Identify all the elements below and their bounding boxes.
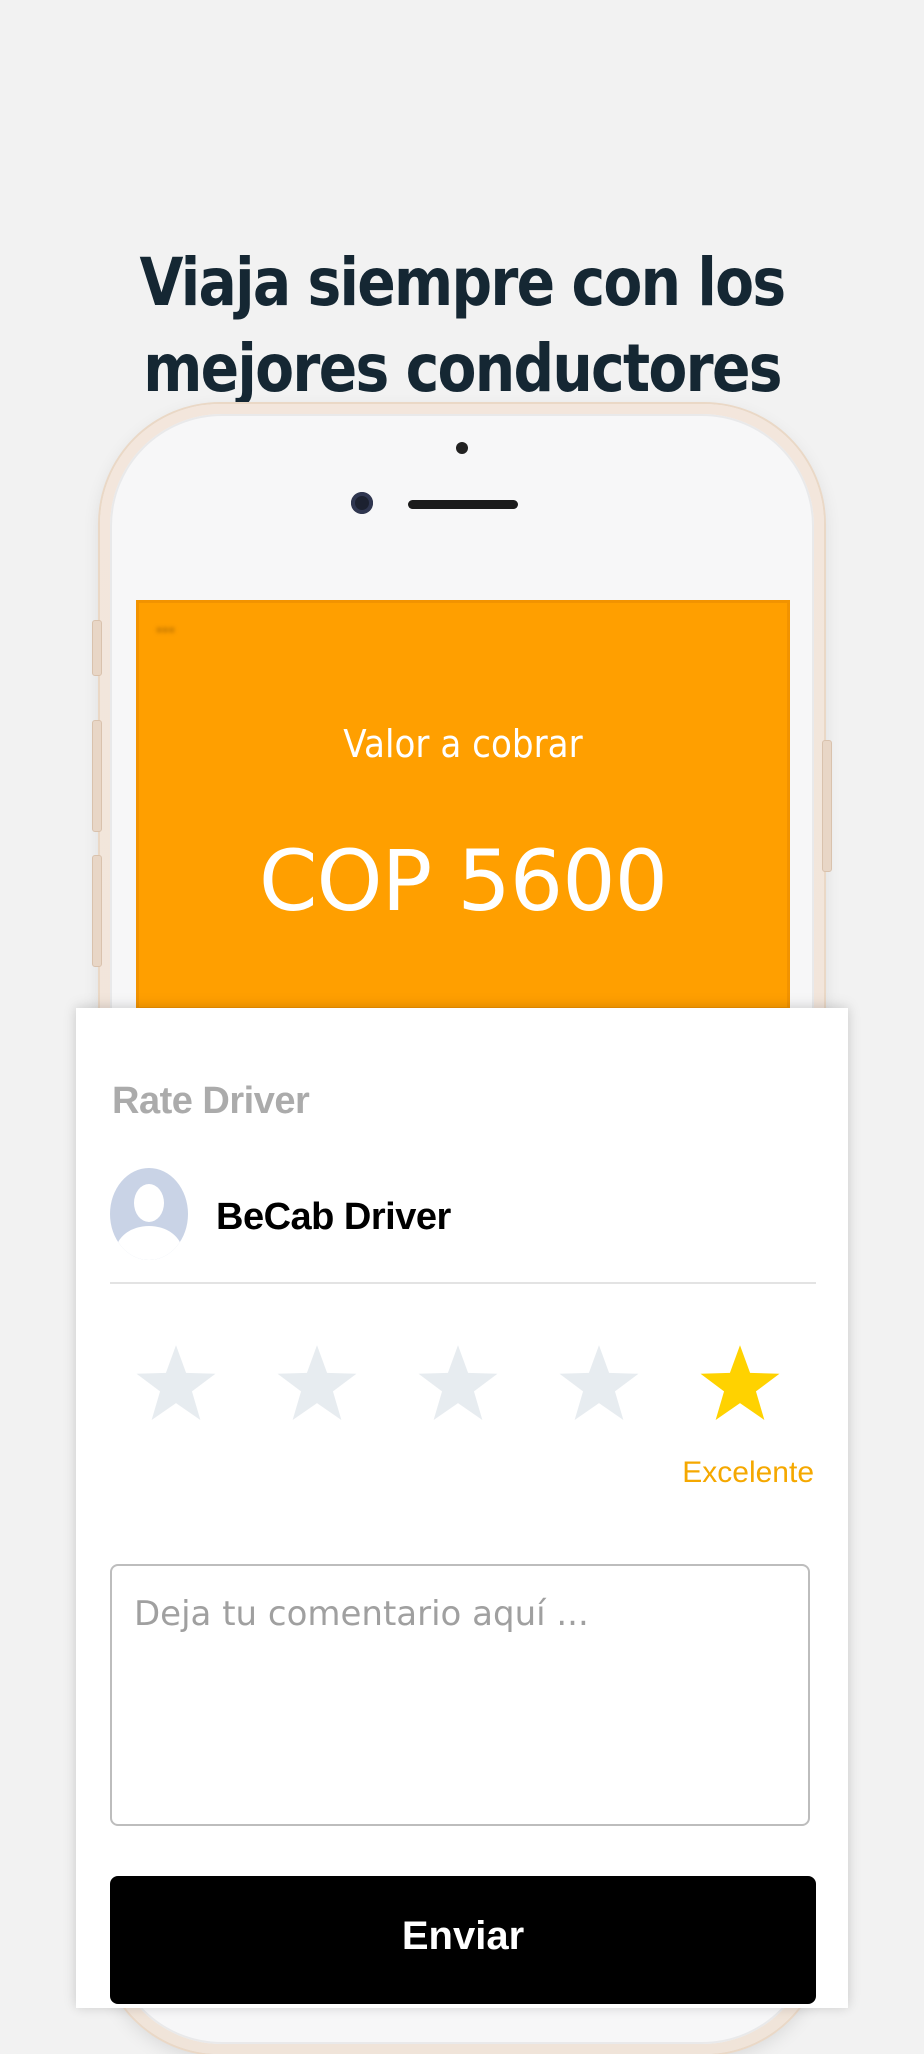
star-1-icon[interactable] [134,1338,218,1428]
rate-driver-card: Rate Driver BeCab Driver Excelente Envia… [76,1008,848,2008]
phone-volume-up-button [92,720,102,832]
phone-side-button [92,620,102,676]
headline-line-1: Viaja siempre con los [139,244,787,322]
star-5-icon[interactable] [698,1338,782,1428]
front-camera-icon [351,492,373,514]
charge-currency: COP [258,832,432,930]
headline-line-2: mejores conductores [143,330,782,408]
card-title: Rate Driver [112,1080,310,1122]
phone-volume-down-button [92,855,102,967]
driver-name: BeCab Driver [216,1196,451,1238]
charge-amount: COP 5600 [136,832,790,930]
avatar-head-shape [134,1184,164,1222]
star-2-icon[interactable] [275,1338,359,1428]
signal-indicator: ••• [156,620,175,640]
divider [110,1282,816,1284]
charge-label: Valor a cobrar [343,722,583,766]
charge-value: 5600 [457,832,668,930]
star-rating [134,1338,794,1434]
star-3-icon[interactable] [416,1338,500,1428]
front-sensor [456,442,468,454]
avatar-body-shape [116,1226,182,1260]
headline: Viaja siempre con los mejores conductore… [65,240,860,412]
rating-label: Excelente [682,1456,814,1489]
star-4-icon[interactable] [557,1338,641,1428]
phone-power-button [822,740,832,872]
comment-input[interactable] [110,1564,810,1826]
status-bar: ••• [136,620,790,650]
driver-avatar [110,1168,188,1260]
earpiece-speaker [408,500,518,509]
send-button[interactable]: Enviar [110,1876,816,2004]
phone-screen: ••• Valor a cobrar COP 5600 [136,600,790,1010]
